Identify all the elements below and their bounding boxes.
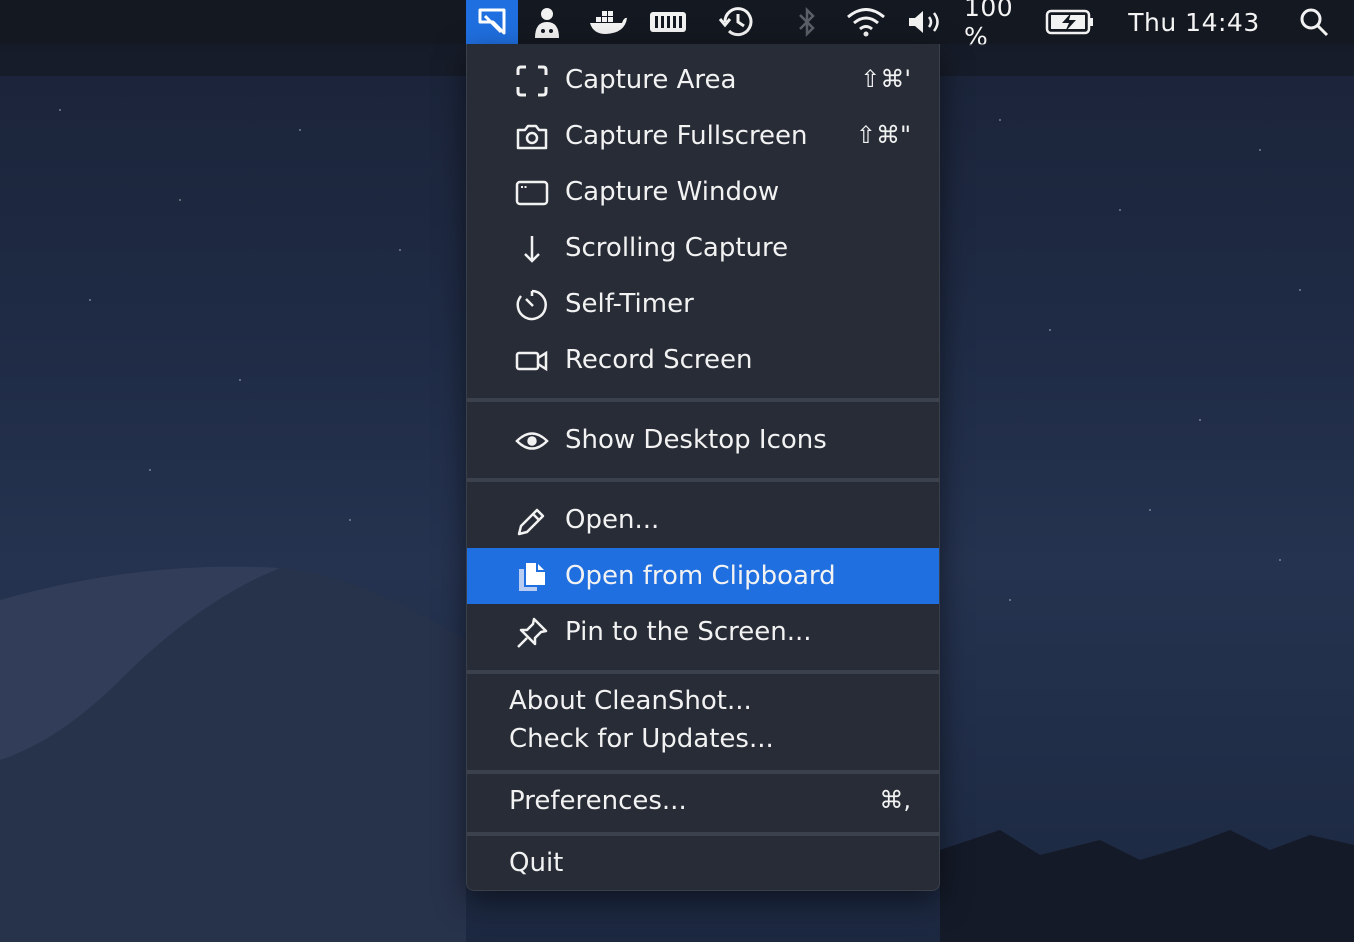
battery-icon[interactable] (1044, 0, 1096, 44)
menu-item-about[interactable]: About CleanShot... (467, 682, 939, 722)
menu-item-record-screen[interactable]: Record Screen (467, 332, 939, 388)
menu-item-open-from-clipboard[interactable]: Open from Clipboard (467, 548, 939, 604)
menu-item-scrolling-capture[interactable]: Scrolling Capture (467, 220, 939, 276)
menu-item-capture-window[interactable]: Capture Window (467, 164, 939, 220)
menu-item-capture-fullscreen[interactable]: Capture Fullscreen ⇧⌘" (467, 108, 939, 164)
shortcut-label: ⇧⌘" (855, 121, 911, 149)
menu-item-label: Pin to the Screen... (565, 617, 812, 647)
menu-item-self-timer[interactable]: Self-Timer (467, 276, 939, 332)
menu-item-label: Capture Area (565, 65, 737, 95)
memory-icon[interactable] (646, 0, 690, 44)
battery-percent[interactable]: 100 % (964, 0, 1042, 51)
menu-item-show-desktop-icons[interactable]: Show Desktop Icons (467, 412, 939, 468)
arrow-down-icon (515, 234, 549, 264)
menu-item-label: Capture Fullscreen (565, 121, 808, 151)
menu-item-label: Quit (509, 848, 564, 878)
menu-item-preferences[interactable]: Preferences... ⌘, (467, 776, 939, 828)
menu-item-label: Open... (565, 505, 660, 535)
menu-item-label: Preferences... (509, 786, 687, 816)
spotlight-icon[interactable] (1292, 0, 1336, 44)
pencil-icon (515, 506, 549, 536)
time-machine-icon[interactable] (714, 0, 760, 44)
menu-item-label: Scrolling Capture (565, 233, 789, 263)
menu-separator (467, 770, 939, 774)
volume-icon[interactable] (904, 0, 946, 44)
clipboard-files-icon (515, 562, 549, 592)
menu-separator (467, 398, 939, 402)
menu-item-capture-area[interactable]: Capture Area ⇧⌘' (467, 52, 939, 108)
pin-icon (515, 617, 549, 648)
menu-separator (467, 478, 939, 482)
menu-item-label: Open from Clipboard (565, 561, 836, 591)
timer-icon (515, 289, 549, 321)
cleanshot-menu: Capture Area ⇧⌘' Capture Fullscreen ⇧⌘" … (466, 44, 940, 891)
menu-separator (467, 832, 939, 836)
bluetooth-icon[interactable] (790, 0, 824, 44)
menu-separator (467, 670, 939, 674)
window-icon (515, 178, 549, 208)
menu-bar: 100 % Thu 14:43 (0, 0, 1354, 51)
menu-item-pin-to-screen[interactable]: Pin to the Screen... (467, 604, 939, 660)
menu-item-label: About CleanShot... (509, 686, 752, 716)
cleanshot-icon[interactable] (466, 0, 518, 44)
menu-item-quit[interactable]: Quit (467, 838, 939, 888)
camera-icon (515, 122, 549, 152)
shortcut-label: ⌘, (879, 786, 911, 814)
menu-item-label: Record Screen (565, 345, 753, 375)
video-icon (515, 346, 549, 376)
bartender-icon[interactable] (526, 0, 568, 44)
capture-area-icon (515, 65, 549, 97)
menu-item-open[interactable]: Open... (467, 492, 939, 548)
shortcut-label: ⇧⌘' (860, 65, 911, 93)
clock[interactable]: Thu 14:43 (1120, 0, 1268, 44)
menu-item-check-updates[interactable]: Check for Updates... (467, 720, 939, 760)
menu-item-label: Show Desktop Icons (565, 425, 827, 455)
menu-item-label: Capture Window (565, 177, 780, 207)
eye-icon (515, 426, 549, 456)
wifi-icon[interactable] (842, 0, 890, 44)
menu-item-label: Check for Updates... (509, 724, 774, 754)
docker-icon[interactable] (586, 0, 630, 44)
menu-item-label: Self-Timer (565, 289, 694, 319)
